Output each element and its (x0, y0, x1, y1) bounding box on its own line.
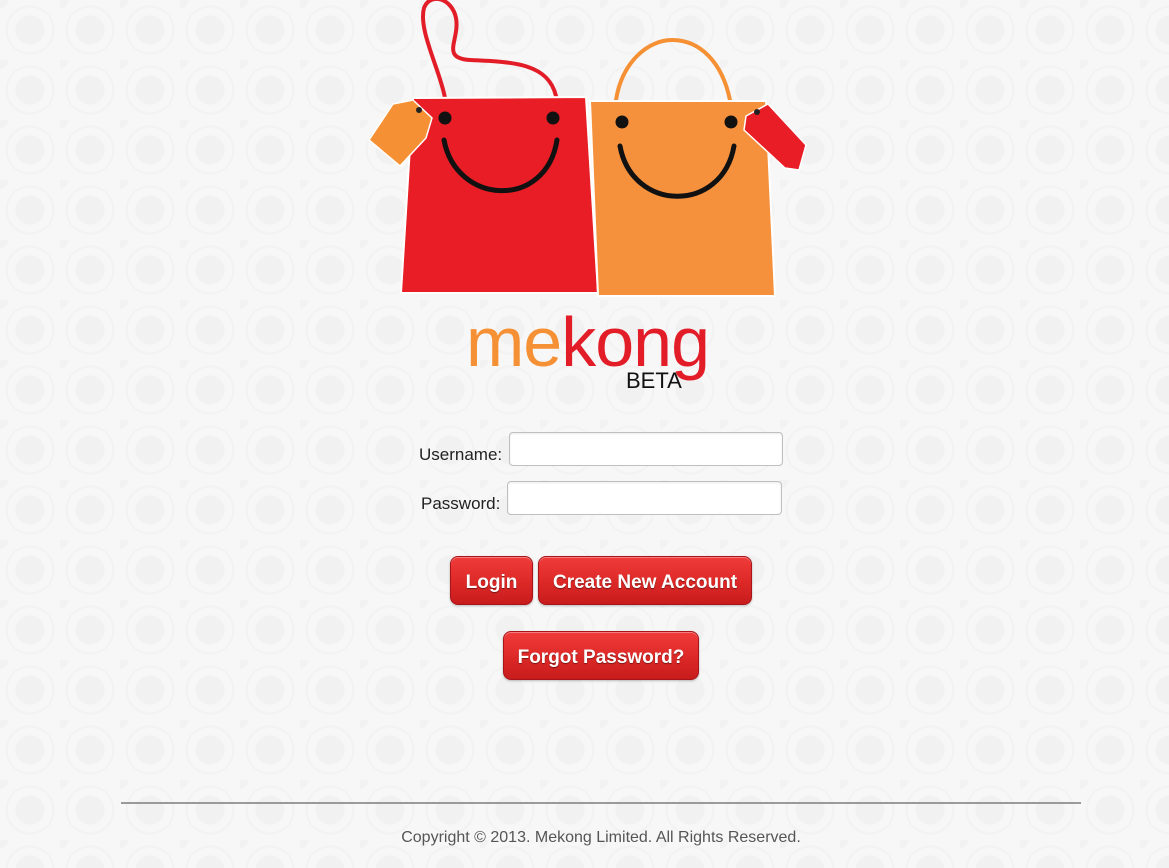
footer-divider (121, 802, 1081, 804)
beta-label: BETA (626, 368, 682, 393)
login-button[interactable]: Login (450, 556, 533, 605)
shopping-bags-logo-icon (368, 0, 807, 297)
username-label: Username: (419, 445, 503, 464)
brand-name-part1: me (466, 303, 562, 381)
password-input[interactable] (507, 481, 782, 515)
forgot-password-button[interactable]: Forgot Password? (503, 631, 699, 680)
username-row: Username: (0, 431, 1169, 469)
brand-wordmark: mekong BETA (0, 302, 1169, 402)
create-account-button[interactable]: Create New Account (538, 556, 752, 605)
password-row: Password: (0, 480, 1169, 518)
password-label: Password: (421, 494, 501, 513)
username-input[interactable] (509, 432, 783, 466)
copyright-text: Copyright © 2013. Mekong Limited. All Ri… (401, 829, 801, 846)
